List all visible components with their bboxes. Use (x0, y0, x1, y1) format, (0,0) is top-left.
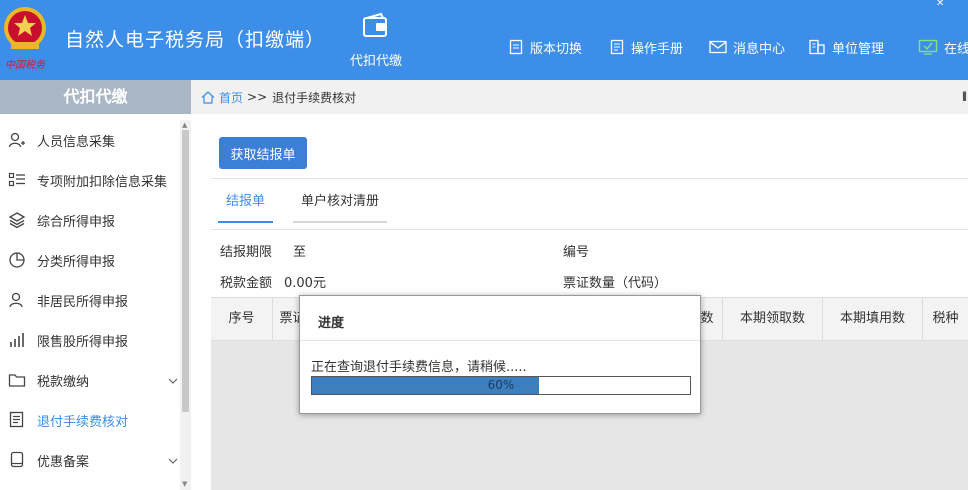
person-add-icon (8, 131, 26, 149)
sidebar-title: 代扣代缴 (0, 80, 191, 114)
dialog-divider (300, 340, 700, 341)
sidebar-item-refund-fee-check[interactable]: 退付手续费核对 (0, 400, 180, 440)
sidebar-item-restricted-shares[interactable]: 限售股所得申报 (0, 320, 180, 360)
sidebar-item-label: 分类所得申报 (37, 254, 116, 270)
scroll-down-arrow-icon[interactable]: ▼ (182, 480, 187, 488)
nav-version-switch[interactable]: 版本切换 (508, 36, 582, 58)
sidebar-item-special-deduction[interactable]: 专项附加扣除信息采集 (0, 160, 180, 200)
nav-unit-management[interactable]: 单位管理 (808, 36, 884, 58)
sidebar-item-label: 综合所得申报 (37, 214, 116, 230)
layers-icon (8, 211, 26, 229)
breadcrumb-scroll-icon[interactable]: ▐ (960, 92, 966, 101)
period-value: 至 (293, 245, 307, 260)
nav-message-center[interactable]: 消息中心 (709, 36, 785, 58)
manual-icon (610, 39, 624, 55)
sidebar-item-label: 优惠备案 (37, 454, 90, 470)
tab-bar: 结报单 单户核对清册 (211, 186, 968, 230)
amount-label: 税款金额 (220, 276, 273, 291)
chevron-down-icon (168, 374, 178, 389)
sidebar-item-person-info[interactable]: 人员信息采集 (0, 120, 180, 160)
column-header-used: 本期填用数 (822, 298, 922, 340)
app-title: 自然人电子税务局（扣缴端） (65, 29, 326, 51)
wallet-icon (361, 12, 391, 42)
dialog-title: 进度 (318, 316, 345, 331)
sidebar-menu: 人员信息采集 专项附加扣除信息采集 综合所得申报 分类所得申报 非居民所得申报 … (0, 120, 180, 480)
sidebar-item-classified-income[interactable]: 分类所得申报 (0, 240, 180, 280)
tax-emblem-logo: 中国税务 (2, 4, 48, 71)
sidebar-item-label: 非居民所得申报 (37, 294, 129, 310)
sidebar-item-label: 人员信息采集 (37, 134, 116, 150)
scrollbar-thumb[interactable] (182, 130, 189, 412)
column-header-received: 本期领取数 (722, 298, 822, 340)
monitor-icon (918, 39, 938, 55)
home-icon (201, 90, 215, 104)
sidebar-item-comprehensive-income[interactable]: 综合所得申报 (0, 200, 180, 240)
scroll-up-arrow-icon[interactable]: ▲ (182, 121, 187, 129)
nav-version-label: 版本切换 (530, 41, 583, 57)
nav-online-label: 在线 (944, 41, 968, 57)
nav-unit-label: 单位管理 (832, 41, 885, 57)
sidebar-item-label: 专项附加扣除信息采集 (37, 174, 168, 190)
breadcrumb: 首页 >> 退付手续费核对 ▐ (191, 80, 968, 114)
sidebar-item-preferential-filing[interactable]: 优惠备案 (0, 440, 180, 480)
close-icon[interactable]: ✕ (936, 0, 944, 9)
period-label: 结报期限 (220, 245, 273, 260)
sidebar: 代扣代缴 人员信息采集 专项附加扣除信息采集 综合所得申报 分类所得申报 非居民… (0, 80, 191, 490)
chevron-down-icon (168, 454, 178, 469)
tab-household-check[interactable]: 单户核对清册 (293, 193, 388, 223)
divider (211, 178, 968, 179)
amount-value: 0.00元 (284, 276, 326, 291)
progress-text: 60% (487, 378, 515, 392)
breadcrumb-separator: >> (247, 90, 268, 104)
nav-daikou-label: 代扣代缴 (349, 54, 402, 69)
form-icon (8, 411, 26, 429)
nav-message-label: 消息中心 (733, 41, 786, 57)
tab-report[interactable]: 结报单 (218, 193, 274, 223)
sidebar-item-tax-payment[interactable]: 税款缴纳 (0, 360, 180, 400)
number-label: 编号 (563, 245, 590, 260)
bar-chart-icon (8, 331, 26, 349)
breadcrumb-current: 退付手续费核对 (272, 90, 357, 105)
nav-manual[interactable]: 操作手册 (609, 36, 683, 58)
sidebar-item-nonresident-income[interactable]: 非居民所得申报 (0, 280, 180, 320)
building-icon (809, 39, 825, 55)
mail-icon (709, 40, 727, 54)
sidebar-item-label: 限售股所得申报 (37, 334, 129, 350)
file-icon (8, 451, 26, 469)
fetch-report-button[interactable]: 获取结报单 (219, 137, 307, 169)
nav-daikou-button[interactable]: 代扣代缴 (340, 12, 412, 74)
emblem-caption: 中国税务 (5, 60, 45, 71)
folder-icon (8, 371, 26, 389)
app-header: 中国税务 自然人电子税务局（扣缴端） 代扣代缴 版本切换 操作手册 消息中心 单… (0, 0, 968, 80)
progress-bar: 60% (311, 376, 691, 395)
voucher-count-label: 票证数量（代码） (563, 276, 668, 291)
column-header-tax-type: 税种 (922, 298, 968, 340)
breadcrumb-home-link[interactable]: 首页 (219, 89, 243, 106)
person-icon (8, 291, 26, 309)
document-icon (509, 39, 523, 55)
sidebar-item-label: 税款缴纳 (37, 374, 90, 390)
nav-manual-label: 操作手册 (631, 41, 684, 57)
progress-dialog: 进度 正在查询退付手续费信息，请稍候..... 60% (299, 295, 701, 414)
dialog-message: 正在查询退付手续费信息，请稍候..... (311, 360, 527, 375)
sidebar-scrollbar[interactable]: ▲ ▼ (180, 120, 191, 490)
pie-icon (8, 251, 26, 269)
list-icon (8, 171, 26, 189)
column-header-index: 序号 (228, 311, 255, 326)
nav-online[interactable]: 在线 (918, 36, 968, 58)
sidebar-item-label: 退付手续费核对 (37, 414, 129, 430)
